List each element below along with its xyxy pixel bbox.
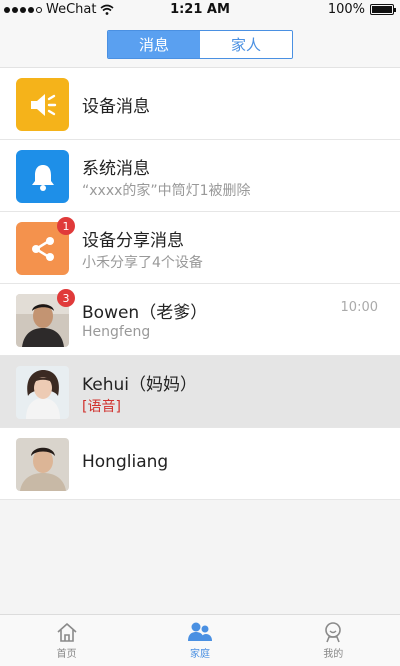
- tab-home[interactable]: 首页: [0, 615, 133, 666]
- tab-profile[interactable]: 我的: [267, 615, 400, 666]
- speaker-icon: [16, 78, 69, 131]
- segmented-control: 消息 家人: [107, 30, 293, 59]
- message-subtitle: “xxxx的家”中筒灯1被删除: [82, 183, 251, 199]
- tab-label: 家庭: [189, 649, 210, 660]
- battery-percent: 100%: [327, 2, 365, 17]
- profile-icon: [325, 622, 342, 643]
- avatar: [16, 366, 69, 419]
- tab-label: 首页: [56, 649, 77, 660]
- tab-family-home[interactable]: 家庭: [133, 615, 266, 666]
- message-title: 系统消息: [82, 159, 150, 179]
- status-right: 100%: [327, 2, 396, 17]
- bottom-tab-bar: 首页 家庭 我的: [0, 614, 400, 666]
- message-time: 10:00: [340, 300, 378, 315]
- battery-icon: [370, 4, 396, 15]
- message-title: Bowen（老爹）: [82, 303, 208, 323]
- message-title: 设备分享消息: [82, 231, 184, 251]
- tab-messages[interactable]: 消息: [108, 31, 200, 58]
- unread-badge: 1: [57, 217, 75, 235]
- bell-icon: [16, 150, 69, 203]
- message-subtitle: [语音]: [82, 399, 121, 415]
- message-subtitle: 小禾分享了4个设备: [82, 255, 203, 271]
- list-item-share-messages[interactable]: 1 设备分享消息 小禾分享了4个设备: [0, 212, 400, 284]
- status-bar: WeChat 1:21 AM 100%: [0, 0, 400, 20]
- tab-label: 我的: [323, 649, 344, 660]
- message-list: 设备消息 系统消息 “xxxx的家”中筒灯1被删除 1 设备分享消息 小禾分享了…: [0, 68, 400, 500]
- list-item-chat-hongliang[interactable]: Hongliang: [0, 428, 400, 500]
- list-item-system-messages[interactable]: 系统消息 “xxxx的家”中筒灯1被删除: [0, 140, 400, 212]
- message-subtitle: Hengfeng: [82, 324, 151, 340]
- list-item-chat-bowen[interactable]: 3 Bowen（老爹） Hengfeng 10:00: [0, 284, 400, 356]
- list-item-device-messages[interactable]: 设备消息: [0, 68, 400, 140]
- avatar: [16, 438, 69, 491]
- family-icon: [187, 622, 212, 641]
- message-title: Hongliang: [82, 452, 169, 472]
- message-title: 设备消息: [82, 97, 150, 117]
- tab-family[interactable]: 家人: [200, 31, 292, 58]
- message-title: Kehui（妈妈）: [82, 375, 198, 395]
- list-item-chat-kehui[interactable]: Kehui（妈妈） [语音]: [0, 356, 400, 428]
- unread-badge: 3: [57, 289, 75, 307]
- home-icon: [57, 623, 77, 642]
- nav-bar: 消息 家人: [0, 20, 400, 68]
